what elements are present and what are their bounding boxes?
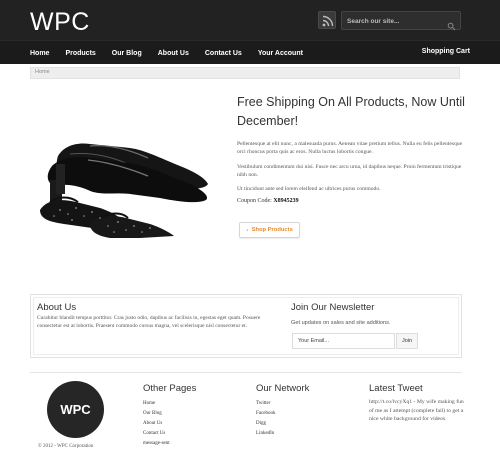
shop-products-label: Shop Products (251, 227, 293, 233)
shop-products-button[interactable]: › Shop Products (239, 222, 300, 238)
footer-link-message-sent[interactable]: message-sent (143, 439, 170, 449)
site-logo[interactable]: WPC (30, 8, 90, 37)
breadcrumb: Home (30, 67, 460, 79)
nav-contact-us[interactable]: Contact Us (197, 50, 250, 57)
shoes-photo (30, 118, 218, 238)
copyright-text: © 2012 - WPC Corporation (38, 444, 94, 449)
footer-link-facebook[interactable]: Facebook (256, 409, 275, 419)
search-icon[interactable] (447, 16, 456, 35)
footer-link-twitter[interactable]: Twitter (256, 399, 275, 409)
promo-paragraph-1: Pellentesque at elit nunc, a malesuada p… (237, 141, 463, 156)
about-heading: About Us (37, 302, 77, 313)
email-field[interactable] (292, 333, 395, 349)
search-box (341, 11, 461, 31)
footer-logo: WPC (47, 381, 104, 438)
promo-heading: Free Shipping On All Products, Now Until… (237, 95, 465, 128)
nav-your-account[interactable]: Your Account (250, 50, 311, 57)
footer-link-home[interactable]: Home (143, 399, 170, 409)
promo-paragraph-2: Vestibulum condimentum dui nisi. Fusce n… (237, 164, 462, 179)
other-pages-list: Home Our Blog About Us Contact Us messag… (143, 399, 170, 449)
coupon-code: Coupon Code: X8945239 (237, 198, 299, 204)
arrow-right-icon: › (246, 226, 249, 234)
footer-link-digg[interactable]: Digg (256, 419, 275, 429)
nav-about-us[interactable]: About Us (150, 50, 197, 57)
footer-link-linkedin[interactable]: LinkedIn (256, 429, 275, 439)
main-nav: Home Products Our Blog About Us Contact … (0, 40, 500, 64)
nav-our-blog[interactable]: Our Blog (104, 50, 150, 57)
latest-tweet-text: http://t.co/lvcyXq1 - My wife making fun… (369, 399, 464, 423)
nav-products[interactable]: Products (57, 50, 103, 57)
rss-icon[interactable] (318, 11, 336, 29)
newsletter-text: Get updates on sales and site additions. (291, 320, 391, 326)
shopping-cart-link[interactable]: Shopping Cart (422, 48, 470, 55)
latest-tweet-heading: Latest Tweet (369, 383, 423, 394)
breadcrumb-home[interactable]: Home (35, 69, 50, 75)
footer-link-our-blog[interactable]: Our Blog (143, 409, 170, 419)
footer-link-contact-us[interactable]: Contact Us (143, 429, 170, 439)
newsletter-heading: Join Our Newsletter (291, 302, 375, 313)
about-text: Curabitur blandit tempus porttitor. Cras… (37, 315, 261, 330)
nav-home[interactable]: Home (22, 50, 57, 57)
network-list: Twitter Facebook Digg LinkedIn (256, 399, 275, 439)
coupon-label: Coupon Code: (237, 198, 274, 204)
footer-link-about-us[interactable]: About Us (143, 419, 170, 429)
search-input[interactable] (347, 14, 447, 28)
footer-divider (30, 372, 462, 373)
coupon-value: X8945239 (273, 198, 299, 204)
promo-paragraph-3: Ut tincidunt ante sed lorem eleifend ac … (237, 186, 381, 192)
other-pages-heading: Other Pages (143, 383, 197, 394)
join-button[interactable]: Join (396, 333, 418, 349)
our-network-heading: Our Network (256, 383, 310, 394)
